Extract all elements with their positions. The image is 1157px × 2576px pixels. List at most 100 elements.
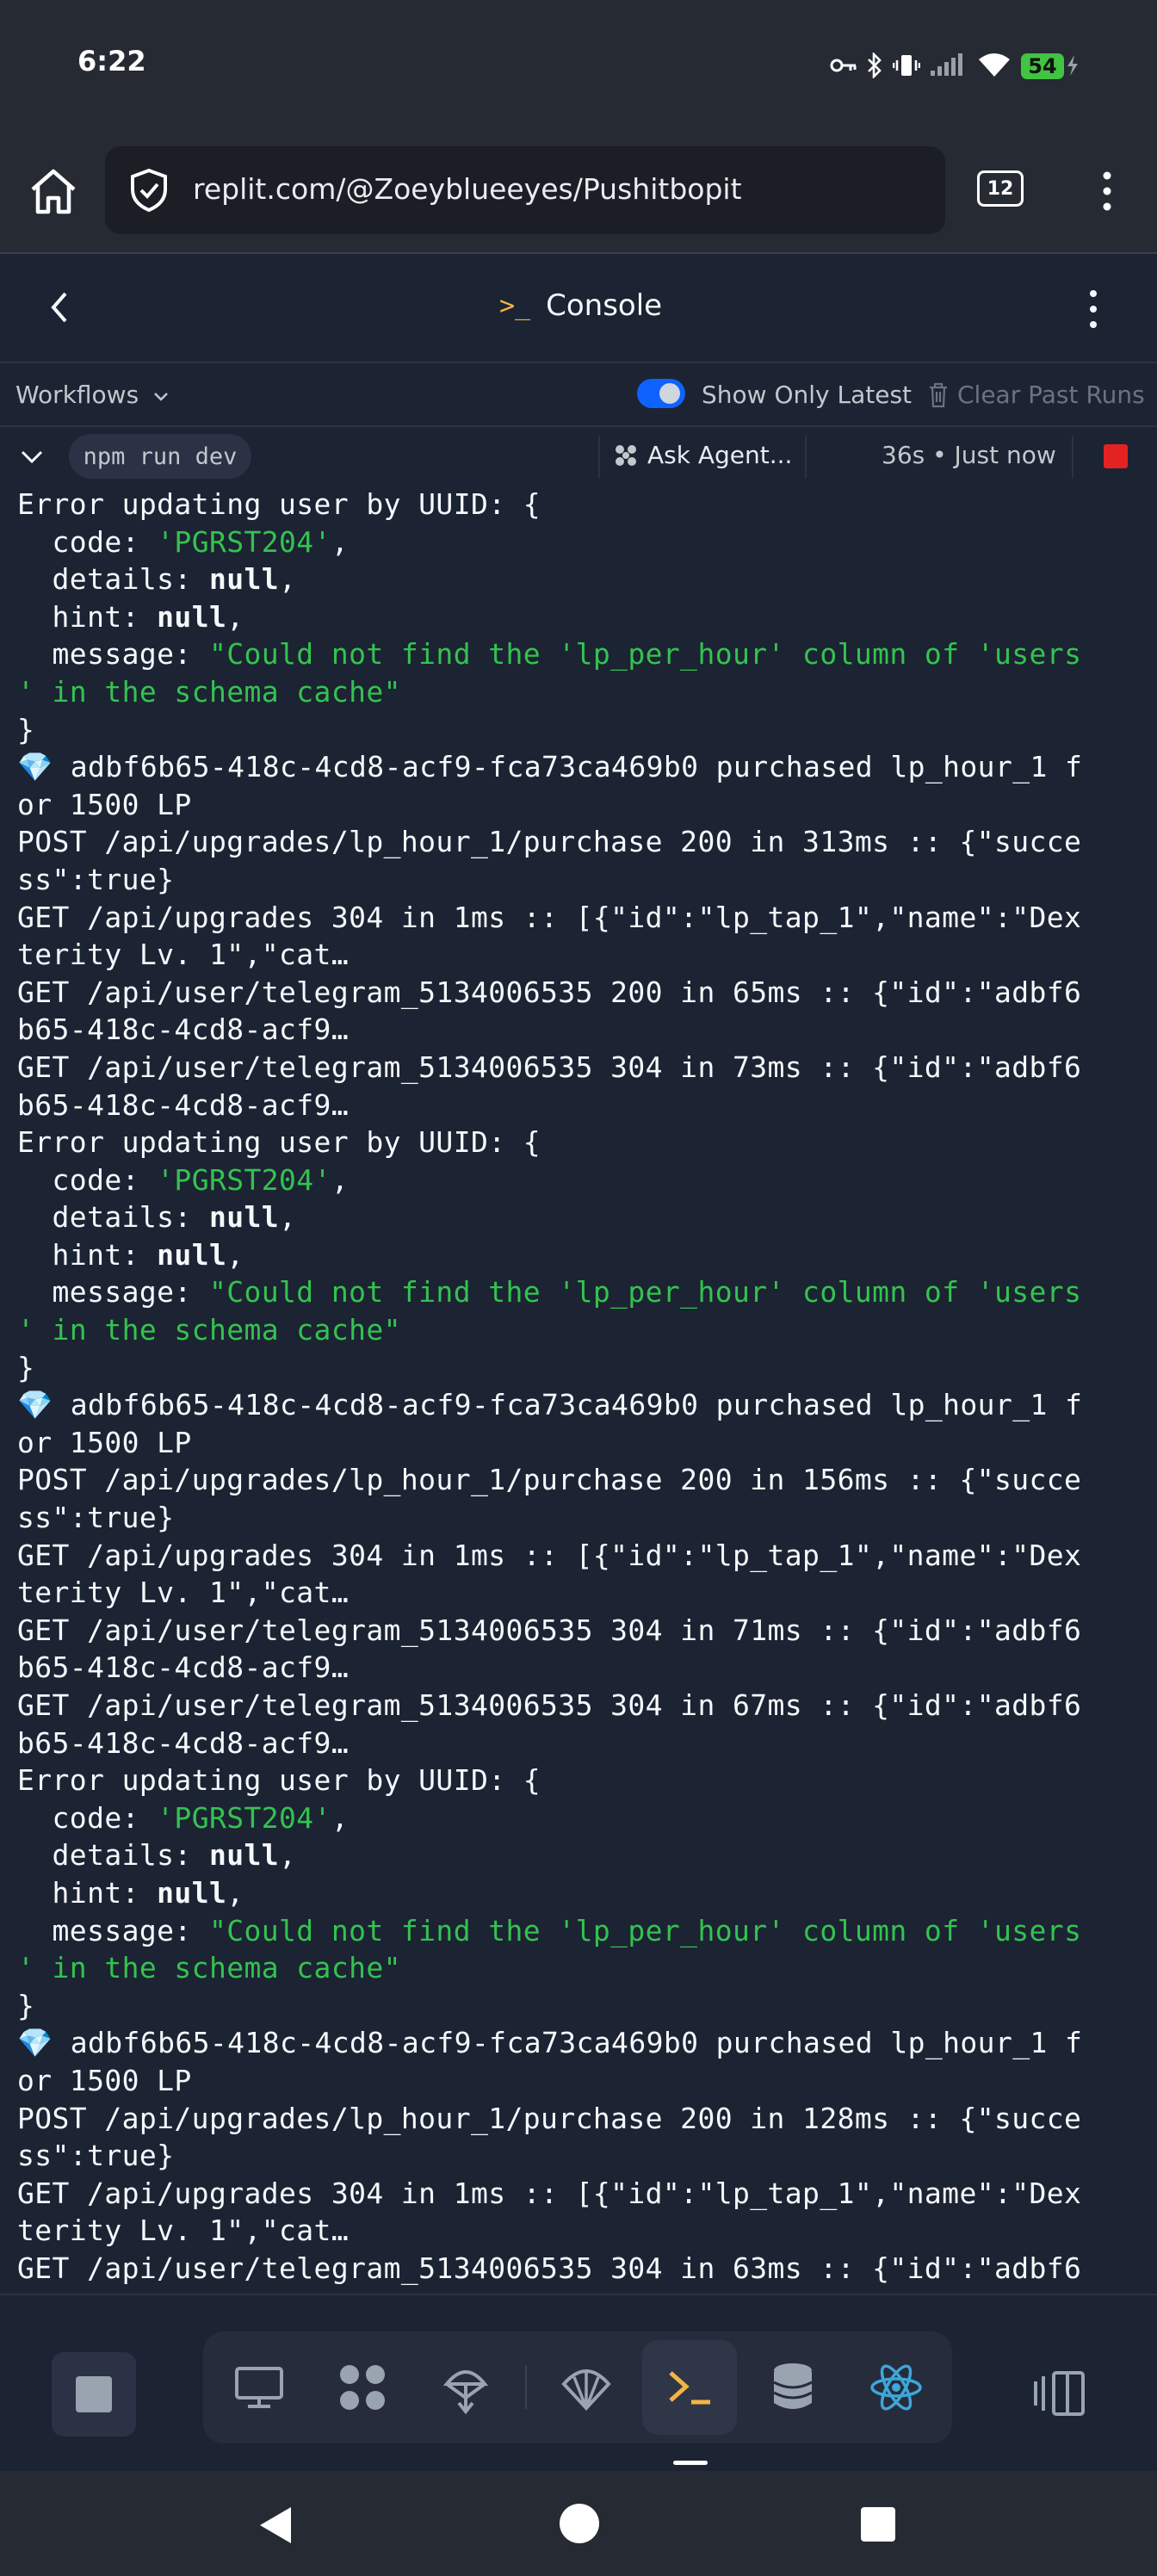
back-chevron-icon[interactable] bbox=[43, 288, 77, 326]
secrets-shell-icon[interactable] bbox=[539, 2340, 634, 2435]
console-line: b65-418c-4cd8-acf9… bbox=[17, 1087, 1082, 1124]
console-text: 'PGRST204' bbox=[157, 1800, 331, 1835]
console-text: or 1500 LP bbox=[17, 1425, 192, 1459]
console-prompt-icon: >_ bbox=[499, 290, 531, 321]
console-line: GET /api/user/telegram_5134006535 304 in… bbox=[17, 2250, 1082, 2288]
clear-past-runs-button[interactable]: Clear Past Runs bbox=[928, 381, 1145, 409]
console-line: b65-418c-4cd8-acf9… bbox=[17, 1649, 1082, 1687]
console-output[interactable]: Error updating user by UUID: { code: 'PG… bbox=[0, 486, 1157, 2294]
run-duration: 36s • Just now bbox=[882, 441, 1056, 469]
system-nav-bar bbox=[0, 2471, 1157, 2576]
console-text: null bbox=[157, 599, 227, 634]
console-line: Error updating user by UUID: { bbox=[17, 486, 1082, 523]
console-text: , bbox=[279, 1200, 297, 1235]
console-text: 💎 adbf6b65-418c-4cd8-acf9-fca73ca469b0 p… bbox=[17, 750, 1083, 784]
console-text: , bbox=[331, 524, 350, 559]
console-text: GET /api/user/telegram_5134006535 304 in… bbox=[17, 1613, 1082, 1647]
agent-icon bbox=[616, 444, 636, 466]
nav-home-icon[interactable] bbox=[560, 2504, 599, 2543]
split-view-icon[interactable] bbox=[1033, 2368, 1088, 2419]
nav-recents-icon[interactable] bbox=[861, 2507, 895, 2542]
console-text: ss":true} bbox=[17, 2139, 175, 2173]
console-line: code: 'PGRST204', bbox=[17, 1161, 1082, 1199]
agent-icon[interactable] bbox=[315, 2340, 410, 2435]
console-text: , bbox=[226, 1237, 244, 1272]
console-text: , bbox=[331, 1162, 350, 1197]
console-line: b65-418c-4cd8-acf9… bbox=[17, 1725, 1082, 1762]
collapse-chevron-icon[interactable] bbox=[17, 444, 46, 470]
nav-back-icon[interactable] bbox=[255, 2504, 298, 2547]
browser-menu-icon[interactable] bbox=[1090, 164, 1124, 219]
url-text: replit.com/@Zoeyblueeyes/Pushitbopit bbox=[193, 172, 742, 206]
console-icon[interactable] bbox=[642, 2340, 737, 2435]
divider bbox=[525, 2366, 527, 2409]
signal-icon bbox=[928, 48, 966, 83]
wifi-icon bbox=[974, 48, 1014, 83]
tool-bar bbox=[203, 2331, 952, 2443]
console-line: or 1500 LP bbox=[17, 1424, 1082, 1462]
workflows-dropdown[interactable]: Workflows bbox=[15, 381, 170, 409]
react-icon[interactable] bbox=[849, 2340, 944, 2435]
console-line: hint: null, bbox=[17, 598, 1082, 636]
deploy-icon[interactable] bbox=[418, 2340, 513, 2435]
console-text: POST /api/upgrades/lp_hour_1/purchase 20… bbox=[17, 2101, 1082, 2135]
console-text: null bbox=[208, 1200, 280, 1235]
home-icon[interactable] bbox=[26, 164, 81, 219]
console-text: , bbox=[279, 562, 297, 597]
toggle-knob bbox=[659, 383, 680, 404]
console-text: Error updating user by UUID: { bbox=[17, 1763, 541, 1798]
vpn-key-icon bbox=[829, 48, 858, 83]
console-line: terity Lv. 1","cat… bbox=[17, 1574, 1082, 1612]
ask-agent-button[interactable]: Ask Agent... bbox=[613, 441, 792, 469]
workflows-bar: Workflows Show Only Latest Clear Past Ru… bbox=[0, 363, 1157, 425]
preview-icon[interactable] bbox=[212, 2340, 306, 2435]
console-text: b65-418c-4cd8-acf9… bbox=[17, 1725, 350, 1760]
console-line: ' in the schema cache" bbox=[17, 1949, 1082, 1987]
site-security-shield-icon[interactable] bbox=[126, 167, 172, 214]
run-command[interactable]: npm run dev bbox=[69, 434, 251, 479]
console-text: } bbox=[17, 1350, 35, 1384]
console-text: b65-418c-4cd8-acf9… bbox=[17, 1087, 350, 1122]
address-bar[interactable]: replit.com/@Zoeyblueeyes/Pushitbopit bbox=[105, 146, 945, 234]
console-line: b65-418c-4cd8-acf9… bbox=[17, 1011, 1082, 1049]
console-text: "Could not find the 'lp_per_hour' column… bbox=[208, 637, 1082, 672]
console-text: or 1500 LP bbox=[17, 2063, 192, 2097]
console-text: message: bbox=[17, 637, 209, 672]
console-text: ' in the schema cache" bbox=[17, 674, 401, 709]
console-text: details: bbox=[17, 562, 209, 597]
console-text: ss":true} bbox=[17, 1501, 175, 1535]
console-text: 💎 adbf6b65-418c-4cd8-acf9-fca73ca469b0 p… bbox=[17, 2026, 1083, 2060]
console-text: , bbox=[226, 1875, 244, 1910]
console-line: Error updating user by UUID: { bbox=[17, 1762, 1082, 1799]
console-line: GET /api/upgrades 304 in 1ms :: [{"id":"… bbox=[17, 899, 1082, 937]
console-line: ss":true} bbox=[17, 861, 1082, 899]
console-line: } bbox=[17, 1987, 1082, 2025]
console-line: terity Lv. 1","cat… bbox=[17, 2212, 1082, 2250]
console-line: hint: null, bbox=[17, 1874, 1082, 1912]
database-icon[interactable] bbox=[746, 2340, 840, 2435]
tab-switcher-button[interactable]: 12 bbox=[977, 170, 1024, 207]
console-line: terity Lv. 1","cat… bbox=[17, 936, 1082, 974]
console-line: message: "Could not find the 'lp_per_hou… bbox=[17, 1912, 1082, 1950]
console-line: details: null, bbox=[17, 1836, 1082, 1874]
console-text: or 1500 LP bbox=[17, 787, 192, 821]
console-line: GET /api/user/telegram_5134006535 304 in… bbox=[17, 1687, 1082, 1725]
console-log: Error updating user by UUID: { code: 'PG… bbox=[17, 486, 1082, 2288]
more-options-icon[interactable] bbox=[1076, 285, 1111, 333]
console-line: hint: null, bbox=[17, 1236, 1082, 1274]
console-text: , bbox=[279, 1838, 297, 1873]
browser-toolbar: replit.com/@Zoeyblueeyes/Pushitbopit 12 bbox=[0, 129, 1157, 254]
stop-button[interactable] bbox=[52, 2352, 136, 2437]
console-line: 💎 adbf6b65-418c-4cd8-acf9-fca73ca469b0 p… bbox=[17, 2024, 1082, 2062]
console-line: GET /api/upgrades 304 in 1ms :: [{"id":"… bbox=[17, 1537, 1082, 1575]
console-text: , bbox=[331, 1800, 350, 1835]
console-text: Error updating user by UUID: { bbox=[17, 487, 541, 521]
stop-run-button[interactable] bbox=[1104, 444, 1128, 468]
console-line: } bbox=[17, 711, 1082, 749]
console-line: POST /api/upgrades/lp_hour_1/purchase 20… bbox=[17, 2100, 1082, 2138]
run-row: npm run dev Ask Agent... 36s • Just now bbox=[0, 425, 1157, 489]
console-line: message: "Could not find the 'lp_per_hou… bbox=[17, 635, 1082, 673]
console-line: details: null, bbox=[17, 1198, 1082, 1236]
show-only-latest-toggle[interactable] bbox=[637, 379, 685, 408]
console-text: hint: bbox=[17, 1875, 158, 1910]
